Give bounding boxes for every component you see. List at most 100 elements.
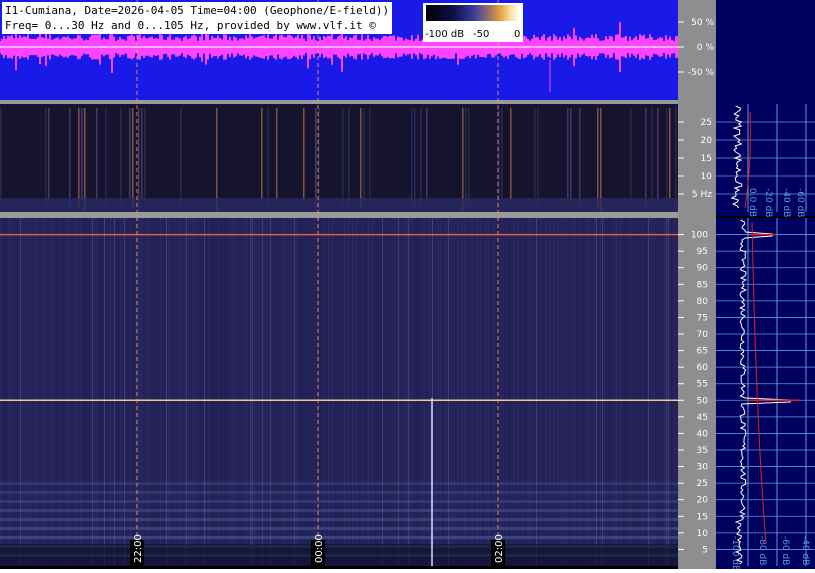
spec2-tick-label: 100	[691, 231, 708, 241]
spectrogram-2-streak	[560, 218, 561, 566]
spectrogram-2-streak	[620, 218, 621, 566]
spectrogram-1-streak	[261, 108, 263, 200]
spectrogram-1-streak	[84, 108, 86, 211]
spectrogram-2-streak	[352, 218, 353, 566]
spectrogram-1-streak	[579, 108, 581, 207]
spectrogram-2-streak	[180, 218, 181, 566]
spec2-tick-label: 30	[697, 463, 709, 473]
spectrogram-2-streak	[252, 218, 253, 566]
spectrogram-2-streak	[148, 218, 149, 566]
spectrogram-2-streak	[558, 218, 559, 566]
spec2-tick-label: 25	[697, 479, 708, 489]
spectrogram-2-streak	[244, 218, 245, 566]
spectrogram-2-streak	[562, 218, 563, 566]
spectrogram-2-streak	[440, 218, 441, 566]
spectrogram-1-streak	[666, 108, 668, 208]
spectrogram-2-streak	[266, 218, 267, 566]
spectrogram-1-streak	[132, 108, 134, 208]
spectrogram-2-streak	[588, 218, 589, 566]
spectrogram-2-streak	[448, 218, 449, 566]
spectrogram-2-streak	[382, 218, 383, 566]
spectrogram-2-streak	[230, 218, 231, 566]
spectrogram-2-streak	[506, 218, 507, 566]
spectrogram-2-streak	[324, 218, 325, 566]
spec1-tick-label: 20	[701, 136, 713, 146]
spectrogram-2-streak	[514, 218, 515, 566]
spectrogram-2-streak	[190, 218, 191, 566]
spectrogram-2-lowfreq-band	[0, 518, 678, 521]
spectrogram-2-streak	[362, 218, 363, 566]
spectrogram-1-lowband	[0, 198, 678, 212]
spectrogram-2-streak	[0, 218, 1, 566]
side-top-bg	[716, 0, 815, 104]
spectrogram-2-streak	[540, 218, 541, 566]
spectrogram-2-streak	[38, 218, 39, 566]
spectrogram-1-streak	[534, 108, 536, 199]
spectrogram-2-streak	[518, 218, 519, 566]
spectrogram-1-streak	[669, 108, 671, 199]
spectrogram-2-streak	[34, 218, 35, 566]
spectrogram-2-streak	[20, 218, 21, 566]
spectrogram-2-streak	[254, 218, 255, 566]
spectrogram-2-streak	[596, 218, 597, 566]
spectrogram-2-streak	[250, 218, 251, 566]
spectrogram-2-streak	[574, 218, 575, 566]
spectrogram-2-streak	[174, 218, 175, 566]
spectrogram-2-streak	[314, 218, 315, 566]
spectrogram-2-streak	[130, 218, 131, 566]
spectrogram-2-streak	[52, 218, 53, 566]
spectrogram-1-streak	[468, 108, 470, 206]
spec2-tick-label: 55	[697, 380, 708, 390]
spectrogram-2-streak	[494, 218, 495, 566]
spectrogram-2-streak	[160, 218, 161, 566]
spectrogram-2-streak	[110, 218, 111, 566]
spectrogram-2-streak	[422, 218, 423, 566]
spectrogram-1-streak	[645, 108, 647, 209]
spectrogram-2-streak	[394, 218, 395, 566]
spectrogram-2-streak	[630, 218, 631, 566]
spectrogram-2-streak	[332, 218, 333, 566]
spectrogram-2-streak	[476, 218, 477, 566]
spectrogram-2-streak	[140, 218, 141, 566]
spectrogram-2-streak	[232, 218, 233, 566]
panel-separator	[0, 212, 678, 218]
side-db-label: -20 dB	[763, 188, 773, 217]
spectrogram-2-streak	[234, 218, 235, 566]
spectrogram-2-streak	[328, 218, 329, 566]
spectrogram-2-streak	[436, 218, 437, 566]
spectrogram-1-streak	[96, 108, 98, 201]
spec2-tick-label: 45	[697, 413, 708, 423]
amp-tick-label: 50 %	[691, 18, 714, 28]
spectrogram-2-streak	[120, 218, 121, 566]
spectrogram-2-lowfreq-band	[0, 482, 678, 485]
spectrogram-2-streak	[412, 218, 413, 566]
spectrogram-2-streak	[410, 218, 411, 566]
spectrogram-1-streak	[567, 108, 569, 199]
spectrogram-2-streak	[168, 218, 169, 566]
spec2-tick-label: 20	[697, 496, 709, 506]
spectrogram-2-streak	[22, 218, 23, 566]
spectrogram-2-streak	[104, 218, 105, 566]
spectrogram-1-streak	[342, 108, 344, 207]
spectrogram-2-streak	[66, 218, 67, 566]
spectrogram-1-streak	[360, 108, 362, 208]
spec1-tick-label: 5 Hz	[692, 190, 712, 200]
spectrogram-1-streak	[138, 108, 140, 211]
spectrogram-2-streak	[284, 218, 285, 566]
time-label: 22:00	[133, 534, 144, 563]
spectrogram-2-lowfreq-band	[0, 536, 678, 539]
spectrogram-2-streak	[348, 218, 349, 566]
color-scale-bar	[426, 5, 520, 21]
spectrogram-1-streak	[45, 108, 47, 208]
spectrogram-2-streak	[450, 218, 451, 566]
spectrogram-2-streak	[30, 218, 31, 566]
spectrogram-2-streak	[614, 218, 615, 566]
spectrogram-2-streak	[406, 218, 407, 566]
spectrogram-1-streak	[651, 108, 653, 199]
spectrogram-1-streak	[318, 108, 320, 212]
spec2-tick-label: 35	[697, 446, 708, 456]
spectrogram-2-streak	[500, 218, 501, 566]
spectrogram-1-streak	[426, 108, 428, 204]
spectrogram-2-streak	[462, 218, 463, 566]
spectrogram-2-streak	[408, 218, 409, 566]
